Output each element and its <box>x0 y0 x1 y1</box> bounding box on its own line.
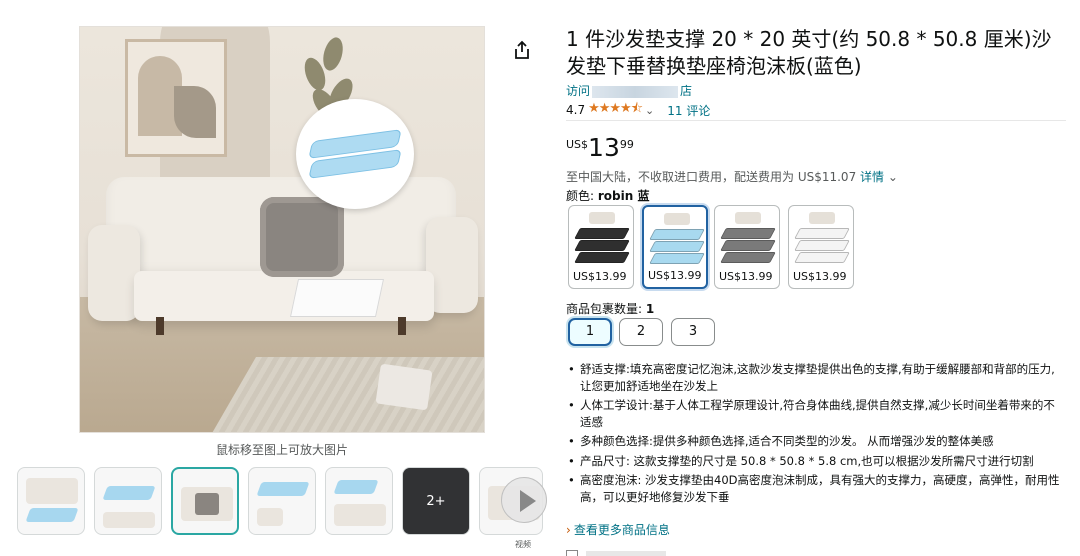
thumbnail-1[interactable] <box>17 467 85 535</box>
swatch-price: US$13.99 <box>719 270 773 283</box>
color-swatch-black[interactable]: US$13.99 <box>568 205 634 289</box>
chevron-down-icon[interactable]: ⌄ <box>645 104 654 117</box>
chevron-down-icon[interactable]: ⌄ <box>888 170 898 184</box>
product-title: 1 件沙发垫支撑 20 * 20 英寸(约 50.8 * 50.8 厘米)沙发垫… <box>566 27 1052 78</box>
divider <box>566 120 1066 121</box>
quantity-label-text: 商品包裹数量: <box>566 302 646 316</box>
reviews-link[interactable]: 11 评论 <box>667 102 710 119</box>
more-thumbnails-count: 2+ <box>403 468 469 534</box>
quantity-value: 1 <box>645 302 655 316</box>
quantity-option-3[interactable]: 3 <box>671 318 715 346</box>
store-link[interactable]: 访问 店 <box>566 82 692 99</box>
see-more-link[interactable]: › 查看更多商品信息 <box>566 521 670 538</box>
floor-pillow <box>375 363 433 411</box>
main-product-image[interactable] <box>79 26 485 433</box>
rating-row: 4.7 ★★★★⯪ ⌄ 11 评论 <box>566 99 710 121</box>
feature-bullet: 高密度泡沫: 沙发支撑垫由40D高密度泡沫制成，具有强大的支撑力，高硬度，高弹性… <box>566 472 1066 505</box>
shipping-text: 至中国大陆，不收取进口费用，配送费用为 US$11.07 <box>566 170 857 184</box>
see-more-text: 查看更多商品信息 <box>573 523 670 537</box>
color-label: 颜色: robin 蓝 <box>566 187 649 204</box>
sofa-leg <box>398 317 406 335</box>
share-icon[interactable] <box>513 40 531 60</box>
quantity-option-1[interactable]: 1 <box>568 318 612 346</box>
quantity-label: 商品包裹数量: 1 <box>566 300 654 317</box>
grey-cushion <box>260 197 344 277</box>
feature-bullet: 舒适支撑:填充高密度记忆泡沫,这款沙发支撑垫提供出色的支撑,有助于缓解腰部和背部… <box>566 361 1066 394</box>
sofa-leg <box>156 317 164 335</box>
video-label: 视频 <box>515 540 531 549</box>
support-pad <box>289 279 385 317</box>
zoom-hint: 鼠标移至图上可放大图片 <box>215 443 348 457</box>
quantity-option-2[interactable]: 2 <box>619 318 663 346</box>
checkbox[interactable] <box>566 550 578 556</box>
thumbnail-2[interactable] <box>94 467 162 535</box>
price-currency: US$ <box>566 138 589 151</box>
swatch-price: US$13.99 <box>648 269 702 282</box>
swatch-price: US$13.99 <box>793 270 847 283</box>
price-whole: 13 <box>588 133 620 162</box>
thumbnail-strip: 2+ 视频 <box>17 467 547 549</box>
play-video-icon[interactable] <box>501 477 547 523</box>
feature-bullet: 多种颜色选择:提供多种颜色选择,适合不同类型的沙发。 从而增强沙发的整体美感 <box>566 433 1066 450</box>
sofa-arm-left <box>88 225 140 321</box>
color-swatch-blue-selected[interactable]: US$13.99 <box>642 205 708 289</box>
cut-off-row <box>566 549 766 556</box>
store-link-prefix: 访问 <box>566 84 591 98</box>
foam-layers-callout <box>296 99 414 209</box>
rating-stars-icon[interactable]: ★★★★⯪ <box>588 99 643 121</box>
thumbnail-4[interactable] <box>248 467 316 535</box>
shipping-info: 至中国大陆，不收取进口费用，配送费用为 US$11.07 详情 ⌄ <box>566 168 898 185</box>
color-swatch-white[interactable]: US$13.99 <box>788 205 854 289</box>
chevron-right-icon: › <box>566 523 571 537</box>
thumbnail-3-selected[interactable] <box>171 467 239 535</box>
thumbnail-more[interactable]: 2+ <box>402 467 470 535</box>
shipping-details-link[interactable]: 详情 <box>860 170 884 184</box>
color-swatch-grey[interactable]: US$13.99 <box>714 205 780 289</box>
sofa-seat <box>134 271 434 321</box>
price-fraction: 99 <box>619 138 634 151</box>
price: US$ 13 99 <box>566 134 634 162</box>
thumbnail-5[interactable] <box>325 467 393 535</box>
color-label-text: 颜色: <box>566 189 598 203</box>
rating-value: 4.7 <box>566 103 586 117</box>
feature-bullet: 产品尺寸: 这款支撑垫的尺寸是 50.8 * 50.8 * 5.8 cm,也可以… <box>566 453 1066 470</box>
color-value: robin 蓝 <box>597 189 650 203</box>
wall-art-frame <box>125 39 227 157</box>
swatch-price: US$13.99 <box>573 270 627 283</box>
store-name-redacted <box>592 85 679 98</box>
feature-bullet: 人体工学设计:基于人体工程学原理设计,符合身体曲线,提供自然支撑,减少长时间坐着… <box>566 397 1066 430</box>
store-link-suffix: 店 <box>680 84 693 98</box>
feature-bullets: 舒适支撑:填充高密度记忆泡沫,这款沙发支撑垫提供出色的支撑,有助于缓解腰部和背部… <box>566 361 1066 508</box>
